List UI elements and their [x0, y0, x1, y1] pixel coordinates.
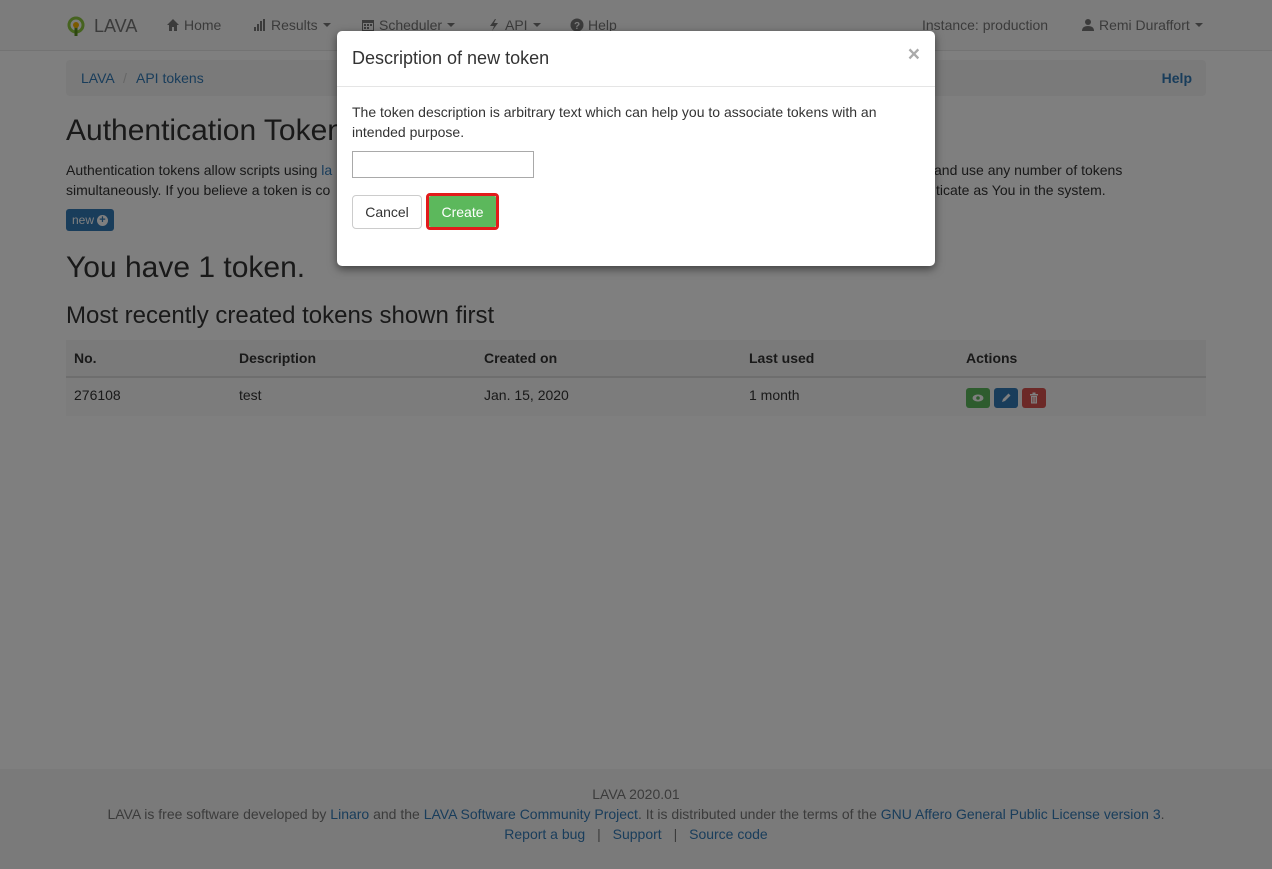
create-button[interactable]: Create: [429, 196, 496, 227]
new-token-modal: Description of new token × The token des…: [337, 31, 935, 266]
token-description-input[interactable]: [352, 151, 534, 178]
create-button-highlight: Create: [426, 193, 499, 230]
modal-header: Description of new token ×: [337, 31, 935, 87]
close-icon[interactable]: ×: [908, 44, 920, 65]
modal-body-text: The token description is arbitrary text …: [352, 104, 877, 140]
modal-title: Description of new token: [352, 48, 550, 68]
cancel-button[interactable]: Cancel: [352, 195, 422, 229]
